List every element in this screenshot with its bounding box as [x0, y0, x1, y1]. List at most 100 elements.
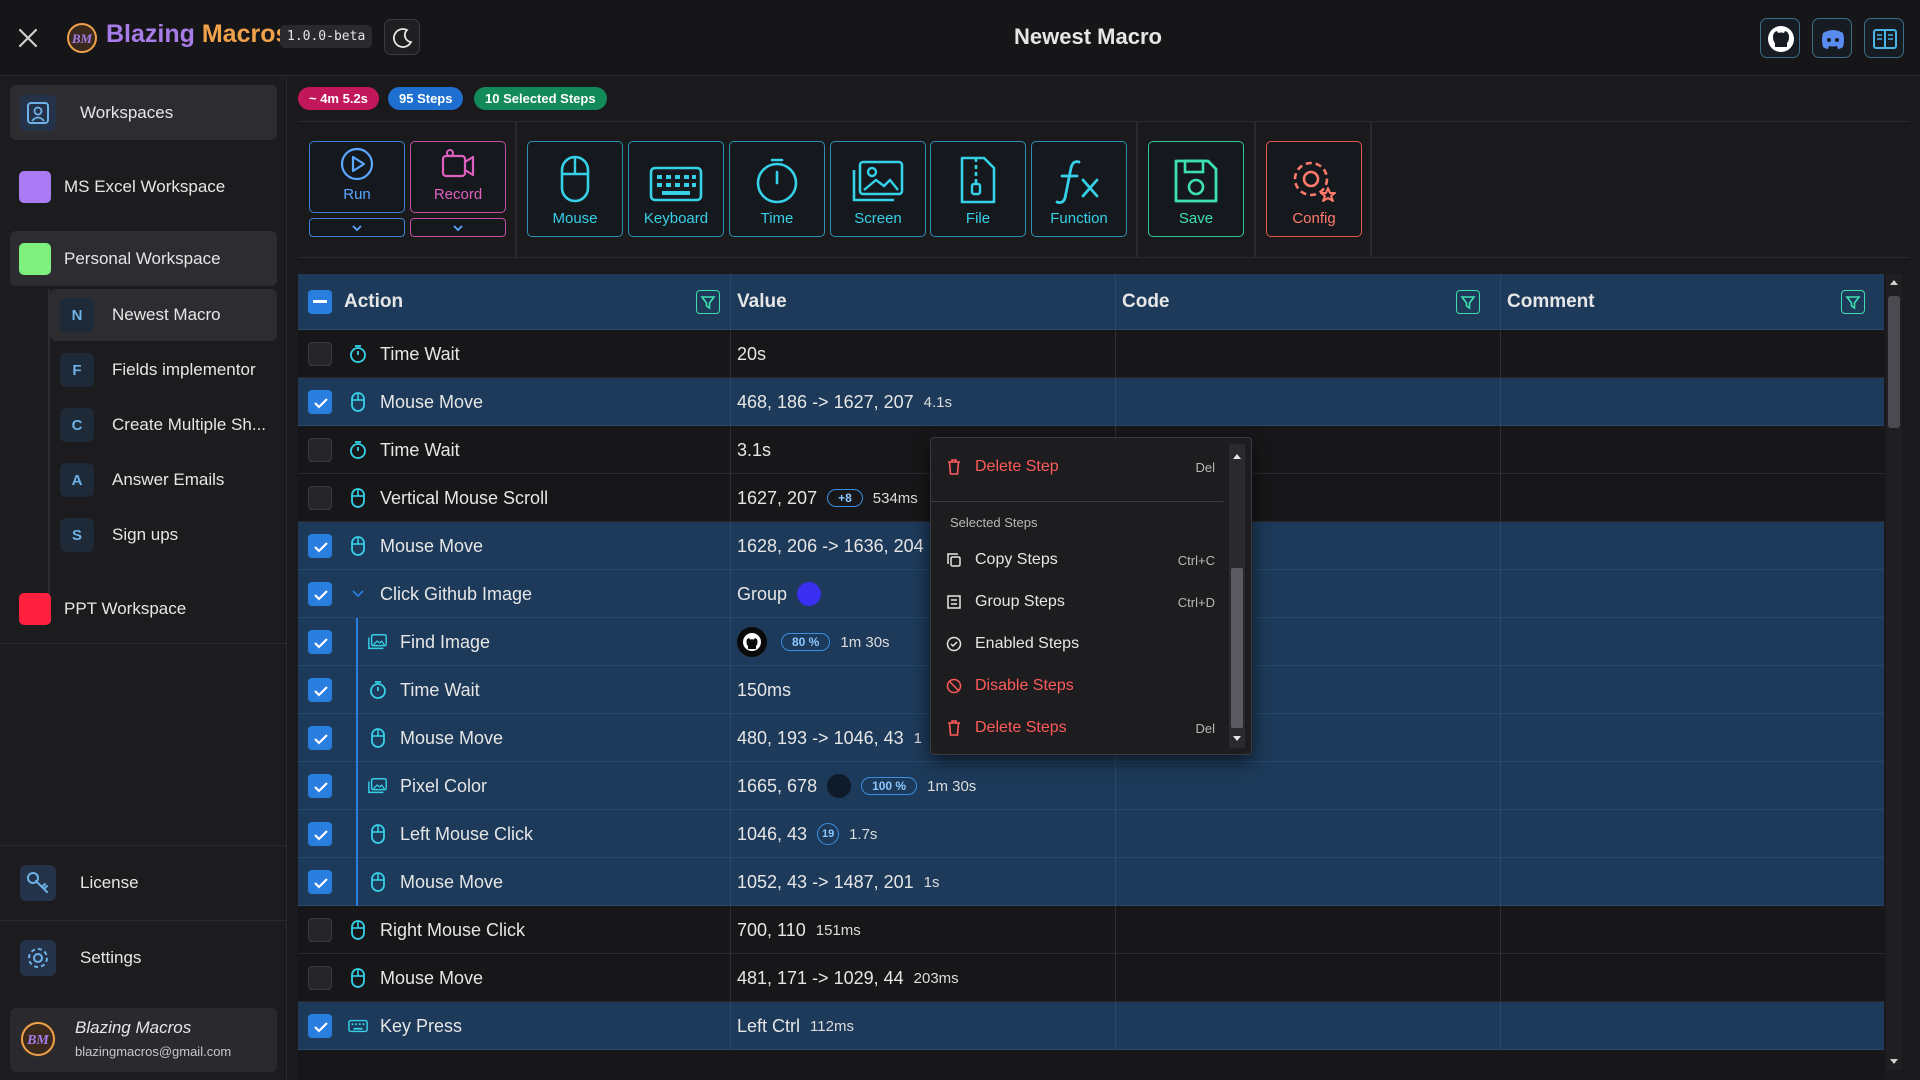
- row-checkbox[interactable]: [308, 678, 332, 702]
- sidebar-item-workspaces[interactable]: Workspaces: [10, 85, 277, 140]
- code-cell[interactable]: [1116, 906, 1501, 954]
- table-row[interactable]: Pixel Color 1665, 678 100 % 1m 30s: [298, 762, 1884, 810]
- chevron-down-icon: [352, 224, 362, 231]
- github-button[interactable]: [1760, 18, 1800, 58]
- record-button[interactable]: Record: [410, 141, 506, 213]
- macro-item-sign-ups[interactable]: S Sign ups: [50, 509, 277, 561]
- scroll-up-icon[interactable]: [1232, 452, 1242, 460]
- column-header-comment[interactable]: Comment: [1501, 274, 1884, 330]
- comment-cell[interactable]: [1501, 426, 1884, 474]
- comment-cell[interactable]: [1501, 330, 1884, 378]
- row-checkbox[interactable]: [308, 630, 332, 654]
- row-checkbox[interactable]: [308, 582, 332, 606]
- keyboard-button[interactable]: Keyboard: [628, 141, 724, 237]
- row-checkbox[interactable]: [308, 726, 332, 750]
- row-checkbox[interactable]: [308, 822, 332, 846]
- group-steps-menu-item[interactable]: Group Steps Ctrl+D: [945, 584, 1223, 620]
- scroll-down-icon[interactable]: [1889, 1058, 1899, 1066]
- sidebar-item-license[interactable]: License: [10, 855, 277, 910]
- code-cell[interactable]: [1116, 858, 1501, 906]
- config-button[interactable]: Config: [1266, 141, 1362, 237]
- comment-cell[interactable]: [1501, 474, 1884, 522]
- row-checkbox[interactable]: [308, 342, 332, 366]
- filter-icon[interactable]: [696, 290, 720, 314]
- table-row[interactable]: Left Mouse Click 1046, 43 19 1.7s: [298, 810, 1884, 858]
- save-button[interactable]: Save: [1148, 141, 1244, 237]
- sidebar-item-settings[interactable]: Settings: [10, 930, 277, 985]
- code-cell[interactable]: [1116, 1002, 1501, 1050]
- column-header-value[interactable]: Value: [731, 274, 1116, 330]
- table-scroll-thumb[interactable]: [1888, 296, 1900, 428]
- table-row[interactable]: Key Press Left Ctrl 112ms: [298, 1002, 1884, 1050]
- user-profile[interactable]: BM Blazing Macros blazingmacros@gmail.co…: [10, 1008, 277, 1072]
- comment-cell[interactable]: [1501, 906, 1884, 954]
- disable-steps-menu-item[interactable]: Disable Steps: [945, 668, 1223, 704]
- code-cell[interactable]: [1116, 810, 1501, 858]
- comment-cell[interactable]: [1501, 666, 1884, 714]
- value-text: 1627, 207: [737, 487, 818, 508]
- sidebar-item-ppt-workspace[interactable]: PPT Workspace: [10, 581, 277, 636]
- select-all-checkbox[interactable]: [308, 290, 332, 314]
- delete-step-menu-item[interactable]: Delete Step Del: [945, 449, 1223, 485]
- macro-item-fields-implementor[interactable]: F Fields implementor: [50, 344, 277, 396]
- menu-scroll-thumb[interactable]: [1231, 568, 1243, 728]
- sidebar-item-personal-workspace[interactable]: Personal Workspace: [10, 231, 277, 286]
- comment-cell[interactable]: [1501, 762, 1884, 810]
- filter-icon[interactable]: [1841, 290, 1865, 314]
- filter-icon[interactable]: [1456, 290, 1480, 314]
- row-checkbox[interactable]: [308, 918, 332, 942]
- comment-cell[interactable]: [1501, 858, 1884, 906]
- row-checkbox[interactable]: [308, 774, 332, 798]
- comment-cell[interactable]: [1501, 570, 1884, 618]
- value-cell: 468, 186 -> 1627, 207 4.1s: [731, 378, 1116, 426]
- delete-steps-menu-item[interactable]: Delete Steps Del: [945, 710, 1223, 746]
- code-cell[interactable]: [1116, 330, 1501, 378]
- screen-button[interactable]: Screen: [830, 141, 926, 237]
- comment-cell[interactable]: [1501, 714, 1884, 762]
- table-row[interactable]: Mouse Move 1052, 43 -> 1487, 201 1s: [298, 858, 1884, 906]
- mouse-button[interactable]: Mouse: [527, 141, 623, 237]
- table-row[interactable]: Mouse Move 481, 171 -> 1029, 44 203ms: [298, 954, 1884, 1002]
- row-checkbox[interactable]: [308, 966, 332, 990]
- config-gear-icon: [1293, 161, 1336, 202]
- docs-button[interactable]: [1864, 18, 1904, 58]
- comment-cell[interactable]: [1501, 1002, 1884, 1050]
- comment-cell[interactable]: [1501, 378, 1884, 426]
- macro-item-answer-emails[interactable]: A Answer Emails: [50, 454, 277, 506]
- table-row[interactable]: Mouse Move 468, 186 -> 1627, 207 4.1s: [298, 378, 1884, 426]
- macro-item-create-multiple[interactable]: C Create Multiple Sh...: [50, 399, 277, 451]
- value-text: 150ms: [737, 679, 792, 700]
- record-options-dropdown[interactable]: [410, 218, 506, 237]
- comment-cell[interactable]: [1501, 954, 1884, 1002]
- comment-cell[interactable]: [1501, 522, 1884, 570]
- scroll-up-icon[interactable]: [1889, 278, 1899, 286]
- sidebar-item-ms-excel-workspace[interactable]: MS Excel Workspace: [10, 159, 277, 214]
- run-button[interactable]: Run: [309, 141, 405, 213]
- macro-item-newest-macro[interactable]: N Newest Macro: [50, 289, 277, 341]
- row-checkbox[interactable]: [308, 390, 332, 414]
- enable-steps-menu-item[interactable]: Enabled Steps: [945, 626, 1223, 662]
- row-checkbox[interactable]: [308, 486, 332, 510]
- table-row[interactable]: Time Wait 20s: [298, 330, 1884, 378]
- row-checkbox[interactable]: [308, 534, 332, 558]
- file-button[interactable]: File: [930, 141, 1026, 237]
- code-cell[interactable]: [1116, 378, 1501, 426]
- check-icon: [314, 830, 328, 841]
- table-row[interactable]: Right Mouse Click 700, 110 151ms: [298, 906, 1884, 954]
- code-cell[interactable]: [1116, 954, 1501, 1002]
- chevron-down-icon[interactable]: [348, 584, 368, 604]
- comment-cell[interactable]: [1501, 810, 1884, 858]
- row-checkbox[interactable]: [308, 870, 332, 894]
- row-checkbox[interactable]: [308, 438, 332, 462]
- copy-steps-menu-item[interactable]: Copy Steps Ctrl+C: [945, 542, 1223, 578]
- code-cell[interactable]: [1116, 762, 1501, 810]
- scroll-down-icon[interactable]: [1232, 735, 1242, 743]
- discord-button[interactable]: [1812, 18, 1852, 58]
- run-options-dropdown[interactable]: [309, 218, 405, 237]
- comment-cell[interactable]: [1501, 618, 1884, 666]
- function-button[interactable]: Function: [1031, 141, 1127, 237]
- column-header-action[interactable]: Action: [298, 274, 731, 330]
- time-button[interactable]: Time: [729, 141, 825, 237]
- column-header-code[interactable]: Code: [1116, 274, 1501, 330]
- row-checkbox[interactable]: [308, 1014, 332, 1038]
